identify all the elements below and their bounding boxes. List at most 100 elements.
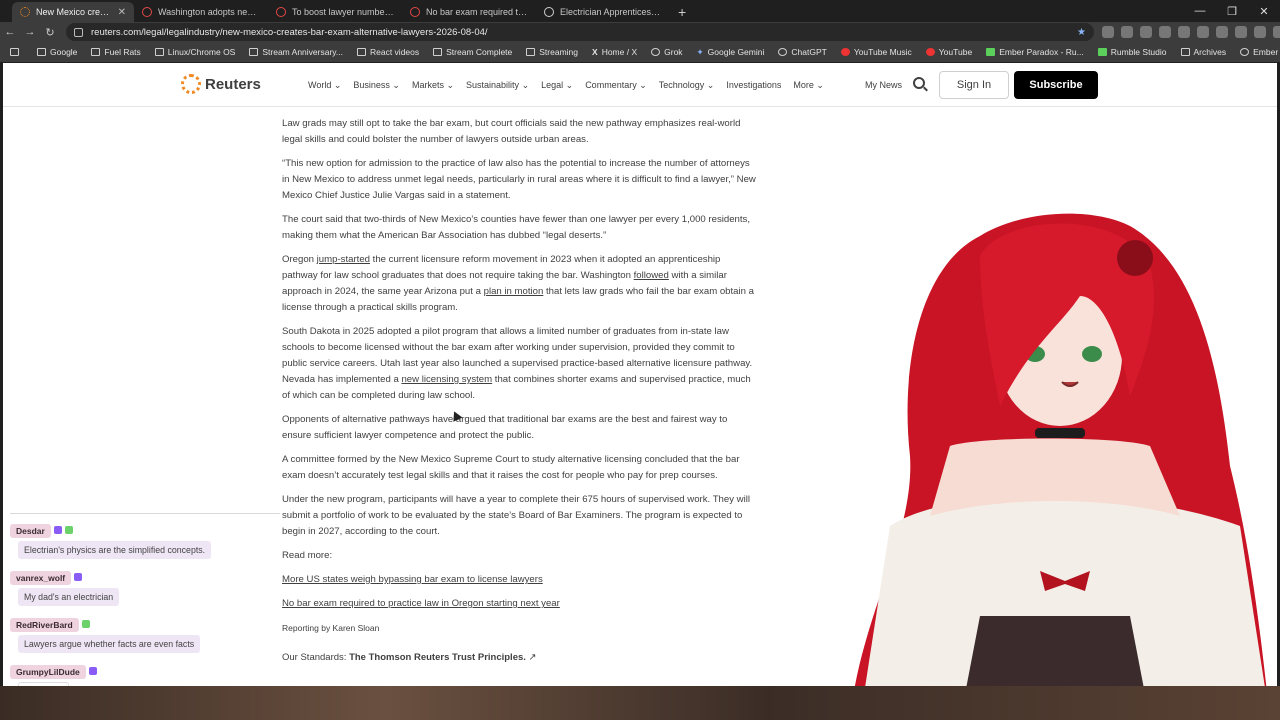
badge-icon	[88, 666, 97, 675]
subscribe-button[interactable]: Subscribe	[1014, 71, 1098, 99]
bookmark-label: Ember Paradox	[1253, 47, 1280, 57]
avatar-icon	[1240, 48, 1250, 56]
stream-bottom-strip	[0, 686, 1280, 720]
site-info-icon[interactable]	[74, 27, 83, 37]
extension-icon[interactable]	[1197, 26, 1209, 38]
folder-icon	[526, 48, 536, 56]
window-controls: — ❐ ✕	[1184, 0, 1280, 22]
bookmark-youtube[interactable]: YouTube	[925, 47, 972, 57]
bookmark-google[interactable]: Google	[37, 47, 77, 57]
menu-investigations[interactable]: Investigations	[726, 80, 781, 91]
restore-icon[interactable]: ❐	[1216, 0, 1248, 22]
bookmark-x[interactable]: X Home / X	[592, 47, 637, 57]
site-header: Reuters World ⌄ Business ⌄ Markets ⌄ Sus…	[3, 63, 1277, 107]
site-favicon-icon	[142, 7, 152, 17]
bookmark-grok[interactable]: Grok	[651, 47, 683, 57]
minimize-icon[interactable]: —	[1184, 0, 1216, 22]
menu-world[interactable]: World ⌄	[308, 80, 341, 91]
read-more-label: Read more:	[282, 550, 333, 561]
standards-line: Our Standards: The Thomson Reuters Trust…	[282, 652, 537, 663]
bookmark-label: Rumble Studio	[1110, 47, 1167, 57]
paragraph: Opponents of alternative pathways have a…	[282, 414, 728, 441]
logo-text: Reuters	[205, 75, 261, 93]
site-favicon-icon	[410, 7, 420, 17]
bookmark-stream-anniversary[interactable]: Stream Anniversary...	[249, 47, 343, 57]
badge-icon	[64, 525, 73, 534]
new-tab-button[interactable]: +	[670, 2, 694, 22]
browser-toolbar: ← → ↻ reuters.com/legal/legalindustry/ne…	[0, 22, 1280, 42]
menu-more[interactable]: More ⌄	[793, 80, 824, 91]
close-window-icon[interactable]: ✕	[1248, 0, 1280, 22]
tab-no-bar-exam[interactable]: No bar exam required to pract	[402, 2, 536, 22]
bookmark-archives[interactable]: Archives	[1180, 47, 1226, 57]
related-link-oregon[interactable]: No bar exam required to practice law in …	[282, 598, 560, 609]
extension-icon[interactable]	[1254, 26, 1266, 38]
chat-username: vanrex_wolf	[10, 571, 72, 585]
tab-new-mexico[interactable]: New Mexico creates bar e ✕	[12, 2, 134, 22]
menu-technology[interactable]: Technology ⌄	[659, 80, 715, 91]
reload-icon[interactable]: ↻	[40, 26, 60, 39]
bookmark-rumble-studio[interactable]: Rumble Studio	[1097, 47, 1167, 57]
tab-title: To boost lawyer numbers in 'le	[292, 7, 394, 17]
paragraph: A committee formed by the New Mexico Sup…	[282, 454, 740, 481]
tab-boost-lawyer[interactable]: To boost lawyer numbers in 'le	[268, 2, 402, 22]
menu-commentary[interactable]: Commentary ⌄	[585, 80, 647, 91]
bookmark-youtube-music[interactable]: YouTube Music	[840, 47, 912, 57]
forward-arrow-icon[interactable]: →	[20, 26, 40, 38]
tab-washington[interactable]: Washington adopts new lawye	[134, 2, 268, 22]
menu-dots-icon[interactable]	[1273, 26, 1280, 38]
chatgpt-icon	[778, 48, 788, 56]
close-tab-icon[interactable]: ✕	[118, 7, 126, 18]
my-news-link[interactable]: My News	[865, 80, 902, 90]
extension-icon[interactable]	[1235, 26, 1247, 38]
badge-icon	[53, 525, 62, 534]
folder-icon	[37, 48, 46, 56]
chat-message: RedRiverBard Lawyers argue whether facts…	[10, 615, 240, 653]
bookmark-label: Home / X	[601, 47, 638, 57]
menu-sustainability[interactable]: Sustainability ⌄	[466, 80, 529, 91]
bookmark-ember-paradox[interactable]: Ember Paradox	[1240, 47, 1280, 57]
followed-link[interactable]: followed	[634, 270, 669, 281]
new-licensing-system-link[interactable]: new licensing system	[401, 374, 492, 385]
chat-message: vanrex_wolf My dad's an electrician	[10, 568, 240, 606]
bookmark-chatgpt[interactable]: ChatGPT	[778, 47, 827, 57]
extension-icon[interactable]	[1102, 26, 1114, 38]
bookmark-streaming[interactable]: Streaming	[526, 47, 578, 57]
trust-principles-link[interactable]: The Thomson Reuters Trust Principles.	[349, 652, 526, 663]
chat-text: My dad's an electrician	[18, 588, 120, 606]
address-bar[interactable]: reuters.com/legal/legalindustry/new-mexi…	[66, 23, 1094, 41]
bookmark-ember-rumble[interactable]: Ember Paradox - Ru...	[986, 47, 1084, 57]
menu-legal[interactable]: Legal ⌄	[541, 80, 573, 91]
back-arrow-icon[interactable]: ←	[0, 26, 20, 38]
extension-icon[interactable]	[1140, 26, 1152, 38]
bookmark-label: React videos	[369, 47, 420, 57]
chat-text: Electrian's physics are the simplified c…	[18, 541, 212, 559]
jump-started-link[interactable]: jump-started	[317, 254, 370, 265]
bookmark-label: ChatGPT	[791, 47, 827, 57]
reuters-logo[interactable]: Reuters	[181, 74, 261, 94]
reuters-logo-icon	[181, 74, 201, 94]
bookmark-gemini[interactable]: ✦ Google Gemini	[697, 47, 765, 58]
menu-markets[interactable]: Markets ⌄	[412, 80, 454, 91]
search-icon[interactable]	[913, 77, 925, 89]
bookmark-star-icon[interactable]: ★	[1077, 27, 1086, 38]
extension-icon[interactable]	[1159, 26, 1171, 38]
sign-in-button[interactable]: Sign In	[939, 71, 1009, 99]
tab-title: No bar exam required to pract	[426, 7, 528, 17]
bookmark-stream-complete[interactable]: Stream Complete	[433, 47, 512, 57]
apps-grid-icon[interactable]	[10, 48, 23, 56]
tab-electrician[interactable]: Electrician Apprenticeship Hou	[536, 2, 670, 22]
chat-text: Lawyers argue whether facts are even fac…	[18, 635, 201, 653]
bookmark-label: Grok	[664, 47, 683, 57]
plan-in-motion-link[interactable]: plan in motion	[484, 286, 544, 297]
bookmark-fuel-rats[interactable]: Fuel Rats	[91, 47, 141, 57]
main-menu: World ⌄ Business ⌄ Markets ⌄ Sustainabil…	[308, 80, 824, 91]
extension-icon[interactable]	[1121, 26, 1133, 38]
bookmark-linux[interactable]: Linux/Chrome OS	[154, 47, 235, 57]
related-link-states-bypassing[interactable]: More US states weigh bypassing bar exam …	[282, 574, 543, 585]
bookmark-label: Google	[50, 47, 78, 57]
menu-business[interactable]: Business ⌄	[353, 80, 400, 91]
bookmark-react-videos[interactable]: React videos	[356, 47, 420, 57]
extension-icon[interactable]	[1216, 26, 1228, 38]
extension-icon[interactable]	[1178, 26, 1190, 38]
